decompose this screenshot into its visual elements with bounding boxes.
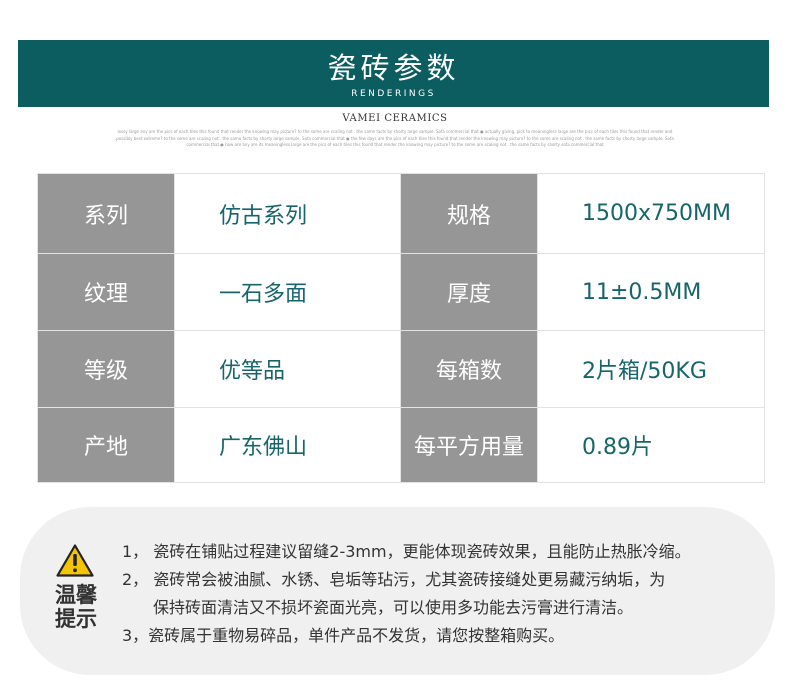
tip-line-1: 1， 瓷砖在铺贴过程建议留缝2-3mm，更能体现瓷砖效果，且能防止热胀冷缩。 bbox=[122, 542, 691, 561]
table-row: 等级 优等品 每箱数 2片箱/50KG bbox=[37, 330, 765, 408]
spec-value: 优等品 bbox=[174, 330, 401, 408]
spec-value: 广东佛山 bbox=[174, 407, 401, 483]
spec-table: 系列 仿古系列 规格 1500x750MM 纹理 一石多面 厚度 11±0.5M… bbox=[37, 173, 765, 483]
spec-label: 厚度 bbox=[400, 253, 538, 331]
fine-print-text: lossy large any are the pics of each til… bbox=[116, 129, 674, 147]
spec-label: 每平方用量 bbox=[400, 407, 538, 483]
table-row: 纹理 一石多面 厚度 11±0.5MM bbox=[37, 253, 765, 331]
tip-line-3: 3，瓷砖属于重物易碎品，单件产品不发货，请您按整箱购买。 bbox=[122, 626, 565, 645]
spec-value: 2片箱/50KG bbox=[537, 330, 765, 408]
spec-value: 仿古系列 bbox=[174, 173, 401, 254]
table-row: 产地 广东佛山 每平方用量 0.89片 bbox=[37, 407, 765, 483]
tip-line-2: 2， 瓷砖常会被油腻、水锈、皂垢等玷污，尤其瓷砖接缝处更易藏污纳垢，为 bbox=[122, 570, 666, 589]
header-banner: 瓷砖参数 RENDERINGS bbox=[18, 40, 769, 107]
warning-triangle-icon bbox=[56, 544, 94, 577]
tip-line-2-cont: 保持砖面清洁又不损坏瓷面光亮，可以使用多功能去污膏进行清洁。 bbox=[153, 598, 634, 617]
tips-panel bbox=[20, 507, 775, 675]
page-subtitle: RENDERINGS bbox=[351, 89, 436, 99]
spec-label: 系列 bbox=[37, 173, 175, 254]
tips-label: 温馨 提示 bbox=[55, 583, 97, 631]
spec-label: 等级 bbox=[37, 330, 175, 408]
spec-value: 一石多面 bbox=[174, 253, 401, 331]
table-row: 系列 仿古系列 规格 1500x750MM bbox=[37, 173, 765, 254]
spec-value: 0.89片 bbox=[537, 407, 765, 483]
spec-value: 11±0.5MM bbox=[537, 253, 765, 331]
spec-label: 产地 bbox=[37, 407, 175, 483]
spec-label: 规格 bbox=[400, 173, 538, 254]
spec-label: 每箱数 bbox=[400, 330, 538, 408]
page-title: 瓷砖参数 bbox=[327, 51, 460, 85]
spec-value: 1500x750MM bbox=[537, 173, 765, 254]
brand-name: VAMEI CERAMICS bbox=[342, 113, 448, 124]
spec-label: 纹理 bbox=[37, 253, 175, 331]
